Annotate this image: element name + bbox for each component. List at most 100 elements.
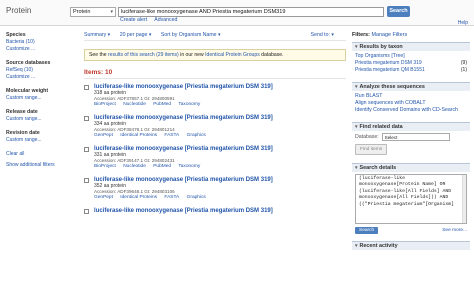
filter-revision-title: Revision date bbox=[6, 130, 40, 136]
taxon-row: Priestia megaterium QM B1551 (1) bbox=[355, 67, 467, 74]
find-related-header[interactable]: ▾ Find related data bbox=[352, 122, 470, 131]
find-related-body: Database: Select Find items bbox=[352, 131, 470, 157]
graphics-link[interactable]: Graphics bbox=[187, 195, 206, 200]
result-item: luciferase-like monooxygenase [Priestia … bbox=[84, 146, 346, 172]
search-details-button[interactable]: Search bbox=[355, 227, 379, 234]
see-more-link[interactable]: See more... bbox=[442, 228, 467, 233]
graphics-link[interactable]: Graphics bbox=[187, 133, 206, 138]
filter-species-customize[interactable]: Customize ... bbox=[6, 46, 68, 53]
identical-protein-notice: See the results of this search (29 items… bbox=[84, 49, 346, 61]
search-details-header[interactable]: ▾ Search details bbox=[352, 163, 470, 172]
result-checkbox[interactable] bbox=[84, 116, 89, 121]
taxon-row: Priestia megaterium DSM 319 (9) bbox=[355, 60, 467, 67]
filter-revision-custom-range[interactable]: Custom range... bbox=[6, 137, 68, 144]
filter-source-refseq[interactable]: RefSeq (10) bbox=[6, 67, 68, 74]
top-organisms-link[interactable]: Top Organisms bbox=[355, 53, 390, 59]
notice-text-pre: See the bbox=[89, 52, 108, 58]
results-by-taxon-header[interactable]: ▾ Results by taxon bbox=[352, 42, 470, 51]
result-checkbox[interactable] bbox=[84, 85, 89, 90]
search-details-actions: Search See more... bbox=[352, 226, 470, 235]
scrollbar[interactable] bbox=[462, 175, 466, 223]
taxonomy-link[interactable]: Taxonomy bbox=[178, 164, 200, 169]
analyze-sequences-header[interactable]: ▾ Analyze these sequences bbox=[352, 82, 470, 91]
bioproject-link[interactable]: BioProject bbox=[94, 164, 116, 169]
right-column: Filters: Manage Filters ▾ Results by taxo… bbox=[352, 32, 470, 256]
manage-filters-link[interactable]: Manage Filters bbox=[371, 32, 407, 38]
related-database-select[interactable]: Select bbox=[381, 133, 450, 141]
sort-dropdown[interactable]: Sort by Organism Name ▾ bbox=[161, 32, 221, 38]
search-details-textarea[interactable]: (luciferase-like monooxygenase[Protein N… bbox=[355, 174, 467, 224]
chevron-down-icon: ▾ bbox=[110, 9, 113, 15]
result-links: BioProject Nucleotide PubMed Taxonomy bbox=[94, 164, 346, 170]
results-by-taxon-title: Results by taxon bbox=[359, 44, 403, 50]
notice-text-post: database. bbox=[259, 52, 284, 58]
result-links: BioProject Nucleotide PubMed Taxonomy bbox=[94, 102, 346, 108]
top-organisms-row: Top Organisms [Tree] bbox=[355, 53, 467, 60]
filter-sidebar: Species Bacteria (10) Customize ... Sour… bbox=[6, 32, 68, 176]
analyze-sequences-title: Analyze these sequences bbox=[359, 84, 425, 90]
nucleotide-link[interactable]: Nucleotide bbox=[123, 164, 146, 169]
search-input[interactable] bbox=[118, 7, 384, 17]
advanced-link[interactable]: Advanced bbox=[154, 17, 177, 23]
items-count: Items: 10 bbox=[84, 69, 346, 79]
result-item: luciferase-like monooxygenase [Priestia … bbox=[84, 177, 346, 203]
database-select[interactable]: Protein ▾ bbox=[70, 7, 116, 17]
clear-all-link[interactable]: Clear all bbox=[6, 151, 68, 158]
cobalt-link[interactable]: Align sequences with COBALT bbox=[355, 100, 467, 107]
result-checkbox[interactable] bbox=[84, 147, 89, 152]
search-button[interactable]: Search bbox=[387, 6, 410, 17]
send-to-dropdown[interactable]: Send to: ▾ bbox=[311, 32, 334, 38]
genpept-link[interactable]: GenPept bbox=[94, 195, 113, 200]
result-checkbox[interactable] bbox=[84, 209, 89, 214]
recent-activity-panel: ▾ Recent activity bbox=[352, 241, 470, 250]
identical-proteins-link[interactable]: Identical Proteins bbox=[120, 195, 157, 200]
filter-release-custom-range[interactable]: Custom range... bbox=[6, 116, 68, 123]
notice-results-link[interactable]: results of this search (29 items) bbox=[108, 52, 179, 58]
result-checkbox[interactable] bbox=[84, 178, 89, 183]
results-by-taxon-body: Top Organisms [Tree] Priestia megaterium… bbox=[352, 51, 470, 76]
filter-source-customize[interactable]: Customize ... bbox=[6, 74, 68, 81]
per-page-dropdown[interactable]: 20 per page ▾ bbox=[120, 32, 152, 38]
results-toolbar: Summary ▾ 20 per page ▾ Sort by Organism… bbox=[84, 32, 346, 41]
results-by-taxon-panel: ▾ Results by taxon Top Organisms [Tree] P… bbox=[352, 42, 470, 76]
taxon-name[interactable]: Priestia megaterium DSM 319 bbox=[355, 60, 422, 67]
help-link[interactable]: Help bbox=[458, 20, 468, 26]
search-details-title: Search details bbox=[359, 165, 397, 171]
results-main: Summary ▾ 20 per page ▾ Sort by Organism… bbox=[84, 32, 346, 218]
find-items-button[interactable]: Find items bbox=[355, 144, 388, 155]
find-related-title: Find related data bbox=[359, 124, 403, 130]
triangle-down-icon: ▾ bbox=[355, 84, 358, 90]
show-additional-filters-link[interactable]: Show additional filters bbox=[6, 162, 68, 169]
cd-search-link[interactable]: Identify Conserved Domains with CD-Searc… bbox=[355, 107, 467, 114]
taxon-name[interactable]: Priestia megaterium QM B1551 bbox=[355, 67, 425, 74]
result-links: GenPept Identical Proteins FASTA Graphic… bbox=[94, 195, 346, 201]
analyze-sequences-panel: ▾ Analyze these sequences Run BLAST Align… bbox=[352, 82, 470, 116]
top-bar: Protein Protein ▾ Search Create alert Ad… bbox=[0, 0, 474, 26]
genpept-link[interactable]: GenPept bbox=[94, 133, 113, 138]
database-label: Database: bbox=[355, 133, 379, 140]
create-alert-link[interactable]: Create alert bbox=[120, 17, 147, 23]
summary-dropdown[interactable]: Summary ▾ bbox=[84, 32, 110, 38]
notice-ipg-link[interactable]: Identical Protein Groups bbox=[205, 52, 260, 58]
recent-activity-header[interactable]: ▾ Recent activity bbox=[352, 241, 470, 250]
filter-mw-custom-range[interactable]: Custom range... bbox=[6, 95, 68, 102]
triangle-down-icon: ▾ bbox=[355, 44, 358, 50]
run-blast-link[interactable]: Run BLAST bbox=[355, 93, 467, 100]
pubmed-link[interactable]: PubMed bbox=[153, 102, 171, 107]
result-title[interactable]: luciferase-like monooxygenase [Priestia … bbox=[94, 208, 346, 214]
filter-species-bacteria[interactable]: Bacteria (10) bbox=[6, 39, 68, 46]
analyze-sequences-body: Run BLAST Align sequences with COBALT Id… bbox=[352, 91, 470, 116]
identical-proteins-link[interactable]: Identical Proteins bbox=[120, 133, 157, 138]
fasta-link[interactable]: FASTA bbox=[164, 195, 179, 200]
filter-revision-date: Revision date Custom range... bbox=[6, 130, 68, 144]
filter-release-title: Release date bbox=[6, 109, 38, 115]
taxonomy-link[interactable]: Taxonomy bbox=[178, 102, 200, 107]
tree-link[interactable]: [Tree] bbox=[391, 53, 404, 59]
search-details-text: (luciferase-like monooxygenase[Protein N… bbox=[359, 176, 454, 207]
nucleotide-link[interactable]: Nucleotide bbox=[123, 102, 146, 107]
bioproject-link[interactable]: BioProject bbox=[94, 102, 116, 107]
pubmed-link[interactable]: PubMed bbox=[153, 164, 171, 169]
fasta-link[interactable]: FASTA bbox=[164, 133, 179, 138]
result-links: GenPept Identical Proteins FASTA Graphic… bbox=[94, 133, 346, 139]
brand-label: Protein bbox=[6, 6, 32, 15]
